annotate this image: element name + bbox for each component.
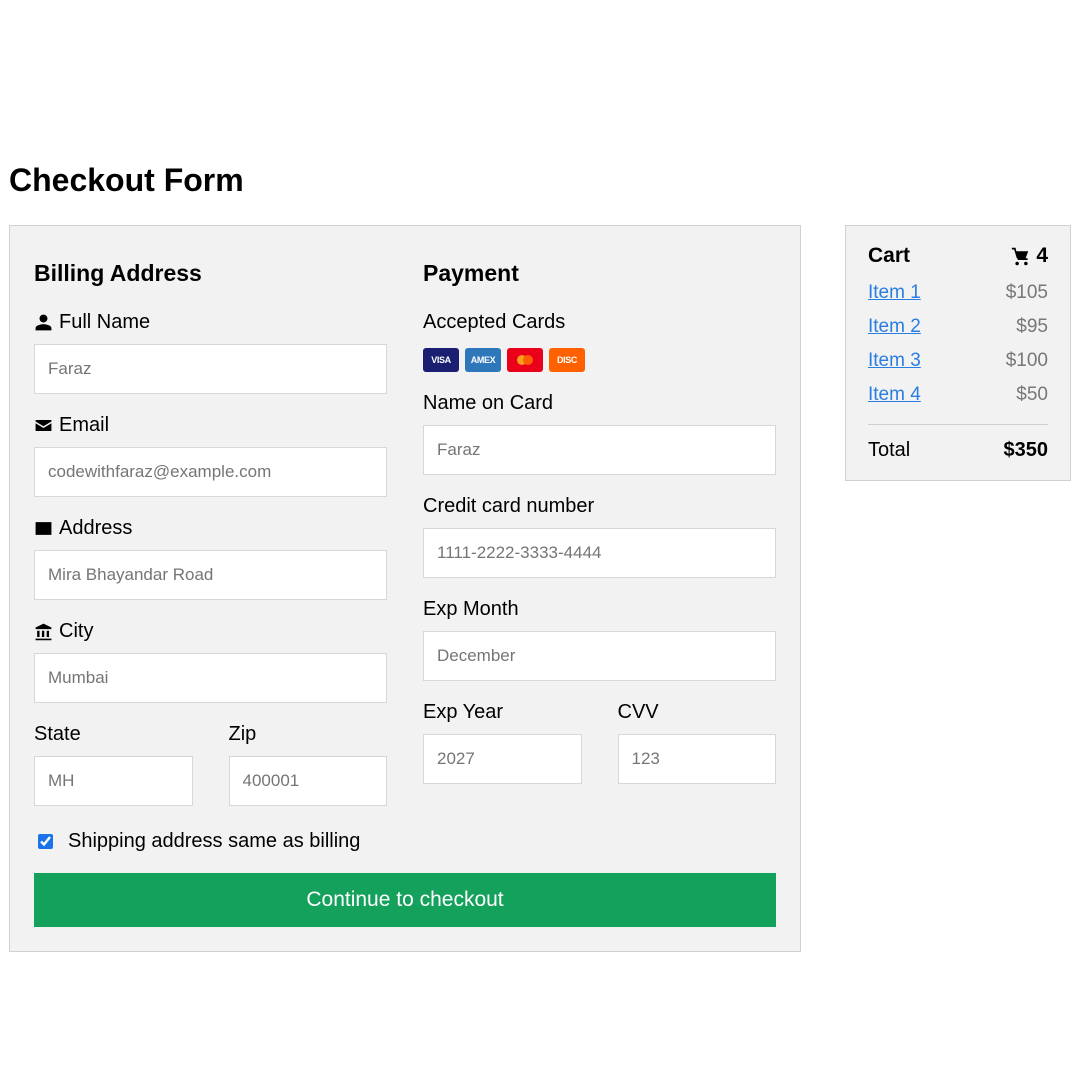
zip-input[interactable] <box>229 756 388 806</box>
discover-icon: DISC <box>549 348 585 372</box>
accepted-cards-label: Accepted Cards <box>423 311 776 334</box>
zip-label: Zip <box>229 723 388 746</box>
state-input[interactable] <box>34 756 193 806</box>
cart-item-link[interactable]: Item 3 <box>868 350 921 372</box>
email-input[interactable] <box>34 447 387 497</box>
cart-item: Item 2 $95 <box>868 316 1048 338</box>
ccnum-input[interactable] <box>423 528 776 578</box>
expmonth-label: Exp Month <box>423 598 776 621</box>
cart-total-label: Total <box>868 439 910 462</box>
cart-item: Item 1 $105 <box>868 282 1048 304</box>
cart-item-price: $95 <box>1016 316 1048 338</box>
cart-total-row: Total $350 <box>868 439 1048 462</box>
email-label: Email <box>34 414 387 437</box>
continue-checkout-button[interactable]: Continue to checkout <box>34 873 776 927</box>
cart-item: Item 4 $50 <box>868 384 1048 406</box>
cart-item-price: $105 <box>1006 282 1048 304</box>
cart-item-link[interactable]: Item 4 <box>868 384 921 406</box>
ccnum-label: Credit card number <box>423 495 776 518</box>
cart-icon <box>1011 246 1032 267</box>
city-label: City <box>34 620 387 643</box>
checkout-panel: Billing Address Full Name Email Address <box>9 225 801 952</box>
page-title: Checkout Form <box>9 162 1071 199</box>
cart-item-link[interactable]: Item 1 <box>868 282 921 304</box>
amex-icon: AMEX <box>465 348 501 372</box>
shipping-same-checkbox[interactable] <box>38 834 53 849</box>
envelope-icon <box>34 416 53 435</box>
city-input[interactable] <box>34 653 387 703</box>
person-icon <box>34 313 53 332</box>
cart-count: 4 <box>1036 244 1048 268</box>
payment-heading: Payment <box>423 260 776 287</box>
cart-item: Item 3 $100 <box>868 350 1048 372</box>
cart-separator <box>868 424 1048 425</box>
address-label: Address <box>34 517 387 540</box>
shipping-same-label: Shipping address same as billing <box>68 830 360 853</box>
cart-total-value: $350 <box>1004 439 1049 462</box>
institution-icon <box>34 622 53 641</box>
payment-column: Payment Accepted Cards VISA AMEX DISC Na… <box>423 244 776 806</box>
mastercard-icon <box>507 348 543 372</box>
cart-heading: Cart <box>868 244 910 268</box>
cart-item-link[interactable]: Item 2 <box>868 316 921 338</box>
fullname-input[interactable] <box>34 344 387 394</box>
cart-panel: Cart 4 Item 1 $105 Item 2 $95 Item 3 $10… <box>845 225 1071 481</box>
billing-heading: Billing Address <box>34 260 387 287</box>
expmonth-input[interactable] <box>423 631 776 681</box>
card-brand-icons: VISA AMEX DISC <box>423 348 776 372</box>
name-on-card-input[interactable] <box>423 425 776 475</box>
address-card-icon <box>34 519 53 538</box>
address-input[interactable] <box>34 550 387 600</box>
cvv-input[interactable] <box>618 734 777 784</box>
expyear-label: Exp Year <box>423 701 582 724</box>
cart-item-price: $100 <box>1006 350 1048 372</box>
name-on-card-label: Name on Card <box>423 392 776 415</box>
state-label: State <box>34 723 193 746</box>
fullname-label: Full Name <box>34 311 387 334</box>
cvv-label: CVV <box>618 701 777 724</box>
cart-item-price: $50 <box>1016 384 1048 406</box>
visa-icon: VISA <box>423 348 459 372</box>
billing-column: Billing Address Full Name Email Address <box>34 244 387 806</box>
expyear-input[interactable] <box>423 734 582 784</box>
